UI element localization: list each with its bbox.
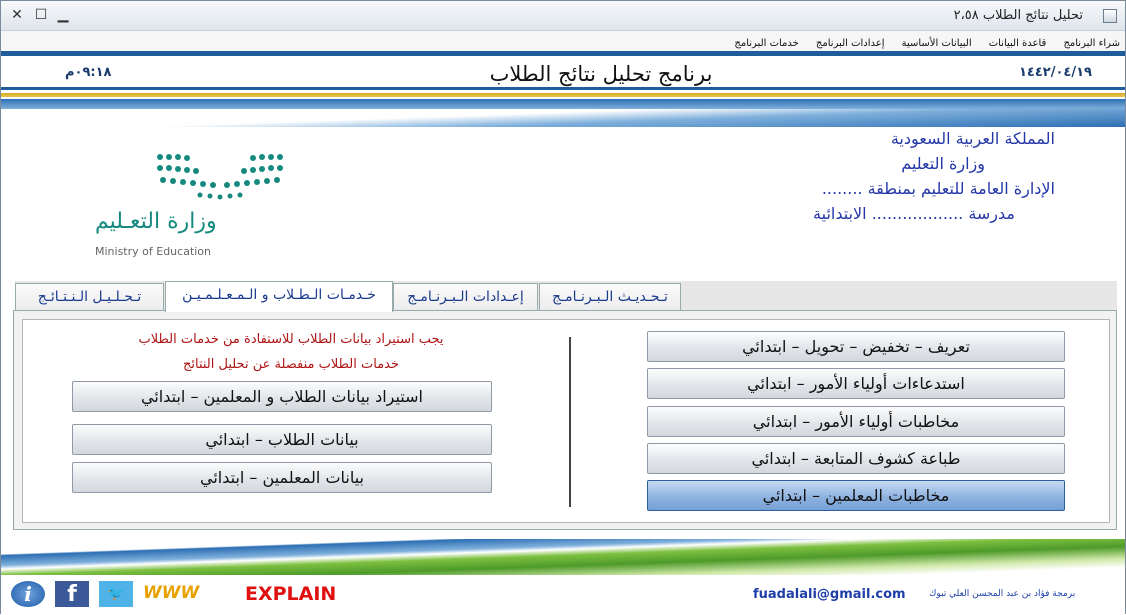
tab-program-settings[interactable]: إعـدادات الـبـرنـامـج	[393, 283, 538, 311]
tab-strip: تـحـديـث الـبـرنـامـج إعـدادات الـبـرنـا…	[15, 281, 1117, 312]
button-parent-summons[interactable]: استدعاءات أولياء الأمور – ابتدائي	[647, 368, 1065, 399]
facebook-icon[interactable]: f	[55, 581, 89, 607]
window-title: تحليل نتائج الطلاب ٢،٥٨	[953, 8, 1083, 23]
note-services-separate: خدمات الطلاب منفصلة عن تحليل النتائج	[182, 357, 400, 372]
menu-item-settings[interactable]: إعدادات البرنامج	[809, 35, 890, 49]
ministry-line-ministry: وزارة التعليم	[901, 154, 985, 173]
button-teacher-data[interactable]: بيانات المعلمين – ابتدائي	[72, 462, 492, 493]
logo-dots-icon	[157, 154, 283, 200]
button-define-reduce-transfer[interactable]: تعريف – تخفيض – تحويل – ابتدائي	[647, 331, 1065, 362]
menu-bar: شراء البرنامج قاعدة البيانات البيانات ال…	[1, 31, 1125, 51]
menu-item-buy[interactable]: شراء البرنامج	[1056, 35, 1125, 49]
menu-item-services[interactable]: خدمات البرنامج	[727, 35, 803, 49]
button-import-students-teachers[interactable]: استيراد بيانات الطلاب و المعلمين – ابتدا…	[72, 381, 492, 412]
close-icon[interactable]: ✕	[7, 6, 27, 24]
twitter-icon[interactable]: 🐦	[99, 581, 133, 607]
page-title: برنامج تحليل نتائج الطلاب	[489, 62, 713, 86]
menu-item-basic-data[interactable]: البيانات الأساسية	[895, 35, 977, 49]
ministry-logo: وزارة التعـليم Ministry of Education	[91, 147, 291, 267]
footer-bar: i f 🐦 WWW EXPLAIN fuadalali@gmail.com بر…	[1, 575, 1125, 615]
ministry-line-country: المملكة العربية السعودية	[890, 129, 1055, 148]
menu-item-database[interactable]: قاعدة البيانات	[982, 35, 1052, 49]
programmer-credit: برمجة فؤاد بن عبد المحسن العلي تبوك	[929, 589, 1076, 599]
ministry-line-school: مدرسة .................. الابتدائية	[813, 204, 1015, 223]
minimize-icon[interactable]: ▁	[53, 6, 73, 24]
button-parent-letters[interactable]: مخاطبات أولياء الأمور – ابتدائي	[647, 406, 1065, 437]
button-print-followup[interactable]: طباعة كشوف المتابعة – ابتدائي	[647, 443, 1065, 474]
button-teacher-letters[interactable]: مخاطبات المعلمين – ابتدائي	[647, 480, 1065, 511]
button-student-data[interactable]: بيانات الطلاب – ابتدائي	[72, 424, 492, 455]
note-import-required: يجب استيراد بيانات الطلاب للاستفادة من خ…	[138, 332, 444, 347]
contact-email[interactable]: fuadalali@gmail.com	[753, 587, 906, 602]
ministry-info: المملكة العربية السعودية وزارة التعليم ا…	[735, 129, 1055, 229]
explain-icon[interactable]: EXPLAIN	[245, 581, 385, 607]
header-bar: ١٤٤٢/٠٤/١٩ برنامج تحليل نتائج الطلاب ٠٩:…	[1, 51, 1125, 87]
decorative-stripe-top	[1, 87, 1125, 109]
app-window: ✕ ☐ ▁ تحليل نتائج الطلاب ٢،٥٨ شراء البرن…	[0, 0, 1126, 615]
column-divider	[569, 337, 571, 507]
tab-results-analysis[interactable]: تـحـلـيـل الـنـتـائـج	[15, 283, 164, 311]
logo-english-text: Ministry of Education	[95, 245, 212, 258]
title-bar: ✕ ☐ ▁ تحليل نتائج الطلاب ٢،٥٨	[1, 1, 1125, 31]
tab-student-teacher-services[interactable]: خـدمـات الـطـلاب و الـمـعـلـمـيـن	[165, 281, 393, 312]
decorative-swoosh-top	[1, 109, 1125, 127]
info-icon[interactable]: i	[11, 581, 45, 607]
app-icon	[1103, 9, 1117, 23]
ministry-line-region: الإدارة العامة للتعليم بمنطقة ........	[821, 179, 1055, 198]
maximize-icon[interactable]: ☐	[31, 6, 51, 24]
header-time: ٠٩:١٨م	[65, 65, 112, 80]
www-icon[interactable]: WWW	[143, 581, 227, 607]
logo-arabic-text: وزارة التعـليم	[95, 209, 217, 234]
tab-update-program[interactable]: تـحـديـث الـبـرنـامـج	[539, 283, 681, 311]
decorative-swoosh-bottom	[1, 539, 1125, 575]
